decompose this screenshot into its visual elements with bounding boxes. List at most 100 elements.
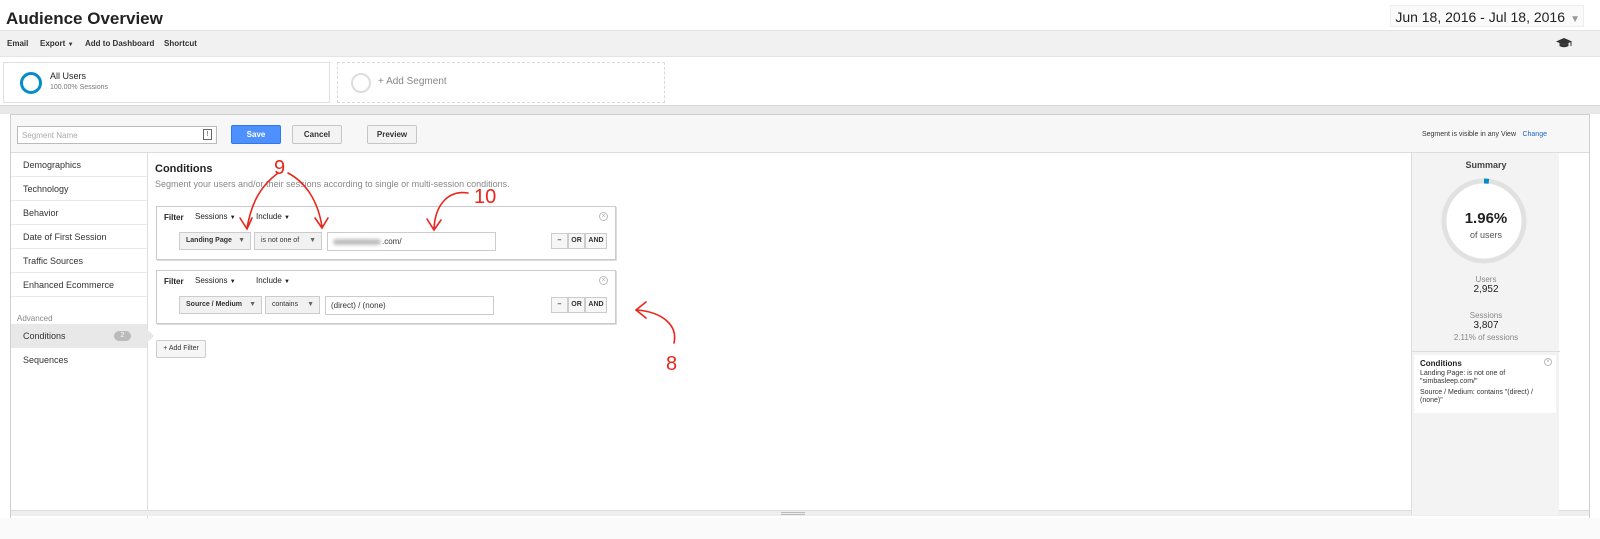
close-icon[interactable]: × [1544, 358, 1552, 366]
filter-2: Filter Sessions ▼ Include ▼ × Source / M… [156, 270, 616, 324]
segment-name-input[interactable] [17, 126, 217, 144]
email-button[interactable]: Email [7, 39, 28, 48]
chevron-down-icon: ▼ [238, 237, 245, 244]
add-segment-label: + Add Segment [378, 76, 447, 87]
export-button[interactable]: Export ▼ [40, 39, 74, 48]
percent-value: 1.96% [1464, 210, 1508, 227]
add-filter-button[interactable]: + Add Filter [156, 340, 206, 358]
nav-item-sequences[interactable]: Sequences [11, 348, 147, 372]
date-range-label: Jun 18, 2016 - Jul 18, 2016 [1395, 9, 1565, 25]
empty-ring-icon [351, 73, 371, 93]
conditions-summary: Conditions × Landing Page: is not one of… [1414, 355, 1556, 413]
mode-dropdown[interactable]: Include ▼ [256, 212, 290, 221]
shortcut-button[interactable]: Shortcut [164, 39, 197, 48]
header: Audience Overview Jun 18, 2016 - Jul 18,… [0, 0, 1600, 30]
operator-label: contains [272, 301, 299, 308]
editor-toolbar: ! Save Cancel Preview Segment is visible… [11, 115, 1589, 153]
page-title: Audience Overview [6, 9, 163, 28]
conditions-description: Segment your users and/or their sessions… [155, 179, 510, 189]
nav-item-conditions[interactable]: Conditions 2 [11, 324, 154, 348]
value-input[interactable]: .com/ [327, 232, 496, 251]
nav-item-traffic-sources[interactable]: Traffic Sources [11, 249, 147, 273]
summary-panel: Summary 1.96% of users Users 2,952 Sessi… [1411, 153, 1560, 515]
close-icon[interactable]: × [599, 276, 608, 285]
chevron-down-icon: ▼ [1570, 14, 1580, 25]
date-range-picker[interactable]: Jun 18, 2016 - Jul 18, 2016 ▼ [1390, 5, 1584, 27]
condition-summary-1: Landing Page: is not one of "simbasleep.… [1420, 370, 1506, 385]
cancel-button[interactable]: Cancel [292, 125, 342, 144]
resize-grip-icon[interactable] [781, 512, 805, 515]
chevron-down-icon: ▼ [284, 279, 290, 285]
chevron-down-icon: ▼ [249, 301, 256, 308]
mode-dropdown[interactable]: Include ▼ [256, 276, 290, 285]
nav-item-behavior[interactable]: Behavior [11, 201, 147, 225]
scope-dropdown[interactable]: Sessions ▼ [195, 212, 236, 221]
dimension-select[interactable]: Source / Medium ▼ [179, 296, 262, 314]
active-pointer [147, 329, 154, 343]
advanced-label: Advanced [17, 314, 53, 323]
export-label: Export [40, 39, 66, 48]
users-value: 2,952 [1473, 284, 1499, 295]
redacted-mask [333, 238, 381, 245]
users-label: Users [1475, 275, 1497, 284]
change-link[interactable]: Change [1522, 131, 1547, 138]
segment-name: All Users [50, 71, 87, 81]
sessions-percent: 2.11% of sessions [1453, 333, 1519, 342]
info-icon[interactable]: ! [203, 129, 212, 140]
summary-title: Summary [1465, 160, 1507, 170]
nav-item-demographics[interactable]: Demographics [11, 153, 147, 177]
nav-item-technology[interactable]: Technology [11, 177, 147, 201]
and-button[interactable]: AND [585, 297, 607, 313]
and-button[interactable]: AND [585, 233, 607, 249]
operator-label: is not one of [261, 237, 300, 244]
graduation-cap-icon[interactable] [1556, 37, 1572, 49]
operator-select[interactable]: contains ▼ [265, 296, 320, 314]
scope-label: Sessions [195, 212, 228, 221]
conditions-summary-title: Conditions [1420, 359, 1462, 368]
segment-ring-icon [20, 72, 42, 94]
preview-button[interactable]: Preview [367, 125, 417, 144]
chevron-down-icon: ▼ [229, 215, 236, 221]
add-segment-button[interactable]: + Add Segment [337, 62, 665, 103]
dimension-label: Source / Medium [186, 301, 243, 308]
nav-item-label: Conditions [23, 331, 66, 341]
conditions-title: Conditions [155, 163, 213, 175]
chevron-down-icon: ▼ [307, 301, 314, 308]
sessions-value: 3,807 [1473, 320, 1499, 331]
dimension-select[interactable]: Landing Page ▼ [179, 232, 251, 250]
mode-label: Include [256, 276, 282, 285]
nav-item-enhanced-ecommerce[interactable]: Enhanced Ecommerce [11, 273, 147, 297]
chevron-down-icon: ▼ [229, 279, 236, 285]
chevron-down-icon: ▼ [67, 42, 74, 48]
scope-dropdown[interactable]: Sessions ▼ [195, 276, 236, 285]
condition-summary-2: Source / Medium: contains "(direct) / (n… [1420, 389, 1533, 404]
remove-condition-button[interactable]: – [551, 233, 568, 249]
filter-1: Filter Sessions ▼ Include ▼ × Landing Pa… [156, 206, 616, 260]
or-button[interactable]: OR [568, 233, 585, 249]
operator-select[interactable]: is not one of ▼ [254, 232, 322, 250]
resize-bar[interactable] [11, 510, 1589, 516]
filter-label: Filter [164, 277, 184, 286]
add-to-dashboard-button[interactable]: Add to Dashboard [85, 39, 154, 48]
segment-editor: ! Save Cancel Preview Segment is visible… [10, 114, 1590, 534]
value-input[interactable]: (direct) / (none) [325, 296, 494, 315]
close-icon[interactable]: × [599, 212, 608, 221]
chevron-down-icon: ▼ [284, 215, 290, 221]
or-button[interactable]: OR [568, 297, 585, 313]
divider [0, 106, 1600, 114]
conditions-count-badge: 2 [114, 331, 131, 341]
mode-label: Include [256, 212, 282, 221]
save-button[interactable]: Save [231, 125, 281, 144]
scope-label: Sessions [195, 276, 228, 285]
segment-bar: All Users 100.00% Sessions + Add Segment [0, 57, 1600, 106]
segment-nav: Demographics Technology Behavior Date of… [11, 153, 154, 533]
value-text: .com/ [382, 237, 402, 246]
dimension-label: Landing Page [186, 237, 232, 244]
segment-sub: 100.00% Sessions [50, 84, 108, 91]
page-footer [0, 518, 1600, 539]
segment-card-all-users[interactable]: All Users 100.00% Sessions [3, 62, 330, 103]
remove-condition-button[interactable]: – [551, 297, 568, 313]
visibility-note: Segment is visible in any View [1421, 131, 1516, 138]
nav-item-date-of-first-session[interactable]: Date of First Session [11, 225, 147, 249]
toolbar: Email Export ▼ Add to Dashboard Shortcut [0, 30, 1600, 57]
